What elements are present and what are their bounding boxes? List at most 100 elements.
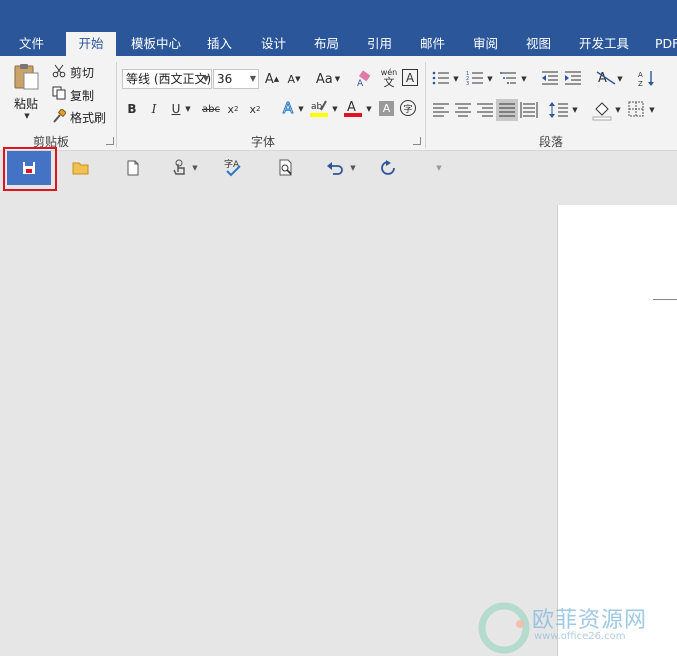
bold-icon[interactable]: B [124, 100, 140, 118]
shading-icon[interactable] [592, 99, 612, 121]
tab-template-center[interactable]: 模板中心 [131, 32, 181, 56]
chevron-down-icon[interactable]: ▼ [452, 73, 460, 85]
customize-toolbar-icon[interactable]: ▼ [434, 151, 444, 185]
chevron-down-icon[interactable]: ▼ [614, 104, 622, 116]
highlighter-icon[interactable]: ab [309, 98, 329, 120]
scissors-icon[interactable] [52, 64, 66, 78]
chevron-down-icon[interactable]: ▼ [365, 103, 373, 115]
page-margin-marker [653, 275, 677, 300]
clipboard-icon[interactable] [11, 62, 43, 92]
print-preview-icon[interactable] [276, 151, 296, 185]
paintbrush-icon[interactable] [52, 109, 66, 123]
tab-developer[interactable]: 开发工具 [579, 32, 629, 56]
chevron-down-icon: ▼ [202, 74, 209, 83]
redo-icon[interactable] [379, 151, 397, 185]
font-dialog-launcher-icon[interactable] [413, 137, 421, 145]
font-color-icon[interactable]: A [343, 98, 363, 120]
paste-dropdown-icon[interactable]: ▼ [22, 112, 32, 120]
paste-button[interactable]: 粘贴 [14, 95, 38, 112]
align-right-icon[interactable] [476, 102, 494, 118]
chevron-down-icon[interactable]: ▼ [331, 103, 339, 115]
chevron-down-icon[interactable]: ▼ [184, 103, 192, 115]
copy-icon[interactable] [52, 86, 66, 100]
subscript-icon[interactable]: x2 [225, 100, 241, 118]
chevron-down-icon[interactable]: ▼ [520, 73, 528, 85]
cut-button[interactable]: 剪切 [70, 64, 94, 81]
increase-indent-icon[interactable] [564, 70, 582, 86]
svg-text:A: A [357, 79, 364, 87]
align-center-icon[interactable] [454, 102, 472, 118]
numbering-icon[interactable]: 123 [466, 70, 484, 86]
multilevel-list-icon[interactable] [500, 70, 518, 86]
sort-icon[interactable]: AZ [637, 69, 657, 87]
tab-file[interactable]: 文件 [19, 32, 44, 56]
distributed-icon[interactable] [520, 102, 538, 118]
chevron-down-icon: ▼ [249, 74, 256, 83]
shrink-font-icon[interactable]: A ▼ [285, 69, 303, 89]
svg-text:A: A [347, 100, 356, 115]
spelling-check-icon[interactable]: 字A [222, 151, 244, 185]
ribbon: 粘贴 ▼ 剪切 复制 格式刷 剪贴板 等线 (西文正文) ▼ 36 ▼ A ▲ A ▼ … [0, 56, 677, 151]
watermark: 欧菲资源网 www.office26.com [476, 600, 676, 656]
ribbon-tabs: 文件 开始 模板中心 插入 设计 布局 引用 邮件 审阅 视图 开发工具 PDF [0, 32, 677, 57]
svg-text:A: A [638, 71, 643, 79]
selection-highlight-box [3, 147, 57, 191]
chevron-down-icon[interactable]: ▼ [571, 104, 579, 116]
group-divider [425, 62, 426, 148]
watermark-brand: 欧菲资源网 [532, 608, 648, 633]
tab-design[interactable]: 设计 [261, 32, 286, 56]
font-name-select[interactable]: 等线 (西文正文) ▼ [122, 69, 212, 89]
tab-home[interactable]: 开始 [66, 32, 116, 57]
underline-icon[interactable]: U [168, 100, 184, 118]
document-page[interactable] [557, 205, 677, 656]
bullets-icon[interactable] [432, 70, 450, 86]
character-shading-icon[interactable]: A [379, 101, 394, 116]
new-document-icon[interactable] [123, 151, 143, 185]
clear-formatting-icon[interactable]: A [355, 68, 375, 88]
font-name-value: 等线 (西文正文) [126, 72, 212, 86]
chevron-down-icon: ▼ [334, 75, 341, 83]
chinese-layout-icon[interactable]: A [596, 69, 616, 87]
font-size-select[interactable]: 36 ▼ [213, 69, 259, 89]
touch-mode-icon[interactable] [170, 151, 190, 185]
chevron-down-icon[interactable]: ▼ [616, 73, 624, 85]
strikethrough-icon[interactable]: abc [201, 100, 221, 118]
svg-text:Z: Z [638, 80, 643, 87]
phonetic-guide-icon[interactable]: wén 文 [378, 66, 400, 90]
align-left-icon[interactable] [432, 102, 450, 118]
chevron-down-icon[interactable]: ▼ [190, 151, 200, 185]
open-folder-icon[interactable] [70, 151, 92, 185]
font-group-label: 字体 [251, 135, 276, 149]
tab-references[interactable]: 引用 [367, 32, 392, 56]
character-border-icon[interactable]: A [402, 69, 418, 86]
change-case-button[interactable]: Aa ▼ [312, 69, 344, 89]
justify-icon[interactable] [496, 99, 518, 121]
svg-text:3: 3 [466, 81, 469, 86]
clipboard-dialog-launcher-icon[interactable] [106, 137, 114, 145]
tab-view[interactable]: 视图 [526, 32, 551, 56]
tab-pdf[interactable]: PDF [655, 32, 677, 56]
tab-layout[interactable]: 布局 [314, 32, 339, 56]
text-effects-icon[interactable]: A [278, 98, 298, 118]
italic-icon[interactable]: I [146, 100, 162, 118]
line-spacing-icon[interactable] [549, 101, 569, 119]
change-case-label: Aa [315, 71, 333, 87]
chevron-down-icon[interactable]: ▼ [486, 73, 494, 85]
borders-icon[interactable] [627, 101, 645, 117]
chevron-down-icon[interactable]: ▼ [348, 151, 358, 185]
decrease-indent-icon[interactable] [541, 70, 559, 86]
tab-insert[interactable]: 插入 [207, 32, 232, 56]
enclose-characters-icon[interactable]: 字 [400, 100, 416, 116]
tab-mailings[interactable]: 邮件 [420, 32, 445, 56]
font-size-value: 36 [217, 72, 233, 86]
superscript-icon[interactable]: x2 [247, 100, 263, 118]
undo-icon[interactable] [326, 151, 344, 185]
chevron-down-icon[interactable]: ▼ [297, 103, 305, 115]
copy-button[interactable]: 复制 [70, 87, 94, 104]
grow-font-icon[interactable]: A ▲ [263, 69, 281, 89]
format-painter-button[interactable]: 格式刷 [70, 109, 106, 126]
svg-text:ab: ab [311, 102, 323, 112]
chevron-down-icon[interactable]: ▼ [648, 104, 656, 116]
quick-access-toolbar: ▼ 字A ▼ ▼ [0, 151, 677, 185]
tab-review[interactable]: 审阅 [473, 32, 498, 56]
